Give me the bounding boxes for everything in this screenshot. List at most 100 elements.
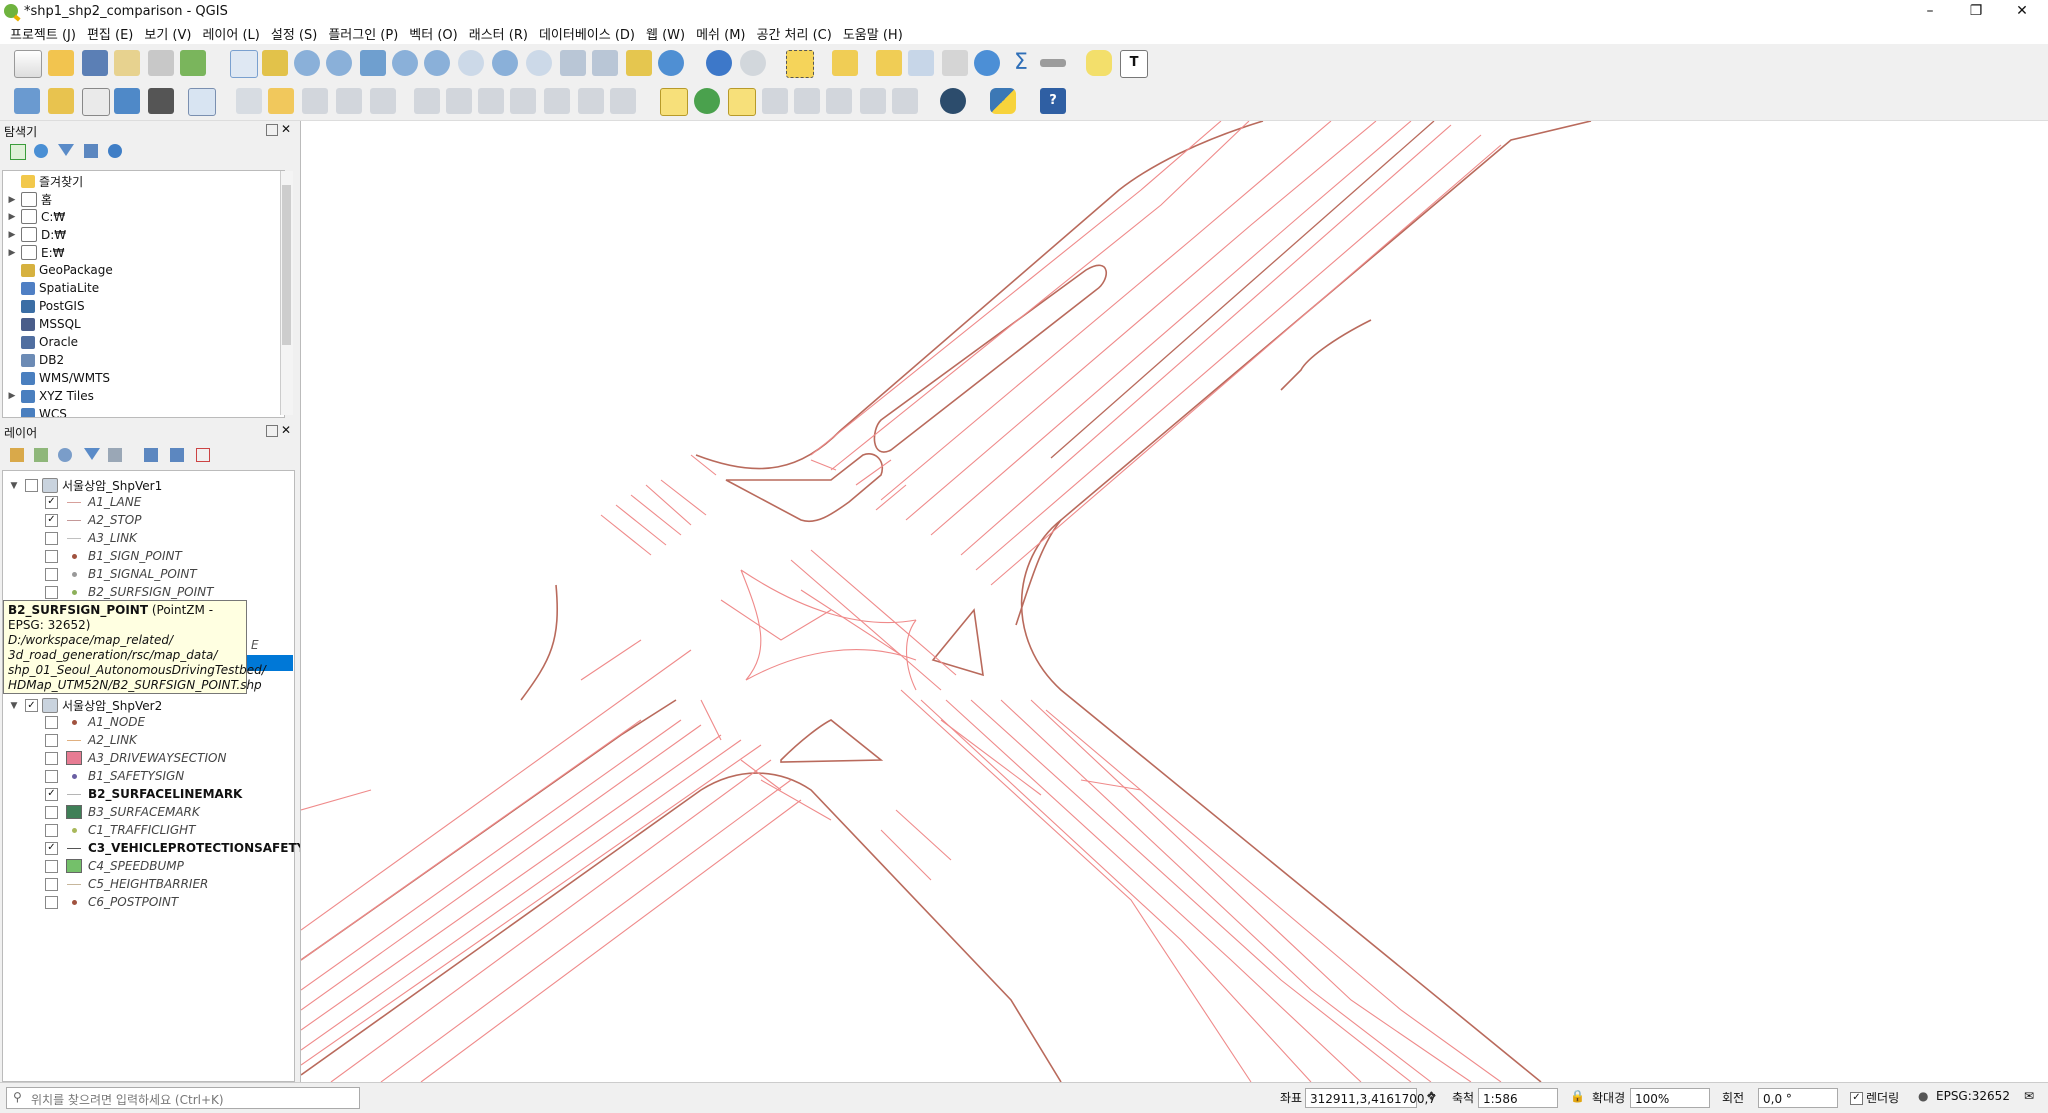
expand-arrow-icon[interactable]: ▶: [7, 212, 17, 222]
field-calculator-icon[interactable]: Σ: [1008, 50, 1034, 76]
new-3d-view-icon[interactable]: [592, 50, 618, 76]
move-label-icon[interactable]: [826, 88, 852, 114]
label-tool-icon[interactable]: [660, 88, 688, 116]
filter-legend-icon[interactable]: [84, 448, 100, 460]
menu-item[interactable]: 공간 처리 (C): [757, 24, 832, 43]
browser-item[interactable]: GeoPackage: [7, 263, 113, 277]
browser-item[interactable]: ▶ E:₩: [7, 245, 65, 260]
identify-features-icon[interactable]: [706, 50, 732, 76]
menu-item[interactable]: 메쉬 (M): [696, 24, 745, 43]
group-checkbox[interactable]: [25, 479, 38, 492]
layer-item[interactable]: ✓ C3_VEHICLEPROTECTIONSAFETY: [45, 841, 305, 855]
new-map-view-icon[interactable]: [560, 50, 586, 76]
layer-checkbox[interactable]: [45, 531, 58, 545]
expand-arrow-icon[interactable]: ▶: [7, 391, 17, 401]
highlight-pinned-labels-icon[interactable]: [728, 88, 756, 116]
menu-item[interactable]: 보기 (V): [144, 24, 191, 43]
layer-item[interactable]: B3_SURFACEMARK: [45, 805, 200, 819]
zoom-in-icon[interactable]: [294, 50, 320, 76]
browser-item[interactable]: ▶ D:₩: [7, 227, 66, 242]
menu-item[interactable]: 도움말 (H): [843, 24, 903, 43]
layer-checkbox[interactable]: [45, 823, 58, 837]
layer-checkbox[interactable]: [45, 733, 58, 747]
collapse-arrow-icon[interactable]: ▼: [9, 701, 19, 711]
rotation-spinbox[interactable]: 0,0 °: [1758, 1088, 1838, 1108]
close-button[interactable]: ✕: [2000, 0, 2044, 22]
menu-item[interactable]: 편집 (E): [87, 24, 133, 43]
browser-scrollbar[interactable]: [280, 171, 293, 415]
lock-scale-icon[interactable]: 🔒: [1570, 1089, 1585, 1103]
new-print-layout-icon[interactable]: [114, 50, 140, 76]
layer-item[interactable]: C4_SPEEDBUMP: [45, 859, 184, 873]
menu-item[interactable]: 레이어 (L): [202, 24, 259, 43]
layer-checkbox[interactable]: [45, 805, 58, 819]
close-layers-panel-icon[interactable]: ✕: [281, 423, 291, 437]
add-feature-icon[interactable]: [336, 88, 362, 114]
remove-layer-icon[interactable]: [196, 448, 210, 462]
browser-item[interactable]: MSSQL: [7, 317, 81, 331]
menu-item[interactable]: 벡터 (O): [409, 24, 457, 43]
browser-item[interactable]: SpatiaLite: [7, 281, 99, 295]
browser-item[interactable]: ▶ XYZ Tiles: [7, 389, 94, 403]
manage-map-themes-icon[interactable]: [58, 448, 72, 462]
zoom-last-icon[interactable]: [492, 50, 518, 76]
messages-icon[interactable]: ✉: [2024, 1089, 2034, 1103]
layer-checkbox[interactable]: ✓: [45, 495, 58, 509]
change-label-icon[interactable]: [892, 88, 918, 114]
zoom-to-layer-icon[interactable]: [424, 50, 450, 76]
pan-to-selection-icon[interactable]: [262, 50, 288, 76]
float-panel-icon[interactable]: [266, 124, 278, 136]
menu-item[interactable]: 래스터 (R): [469, 24, 528, 43]
toggle-extents-icon[interactable]: ❖: [1426, 1089, 1437, 1103]
undo-icon[interactable]: [578, 88, 604, 114]
select-features-icon[interactable]: [786, 50, 814, 78]
render-checkbox[interactable]: ✓: [1850, 1092, 1863, 1105]
toggle-editing-icon[interactable]: [268, 88, 294, 114]
layer-item[interactable]: B1_SAFETYSIGN: [45, 769, 184, 783]
zoom-full-icon[interactable]: [360, 50, 386, 76]
delete-selected-icon[interactable]: [446, 88, 472, 114]
add-vector-layer-icon[interactable]: [82, 88, 110, 116]
layer-checkbox[interactable]: [45, 585, 58, 599]
expand-arrow-icon[interactable]: ▶: [7, 195, 17, 205]
open-project-icon[interactable]: [48, 50, 74, 76]
layer-checkbox[interactable]: ✓: [45, 841, 58, 855]
magnifier-spinbox[interactable]: 100%: [1630, 1088, 1710, 1108]
redo-icon[interactable]: [610, 88, 636, 114]
layer-checkbox[interactable]: [45, 895, 58, 909]
refresh-icon[interactable]: [658, 50, 684, 76]
new-layer-icon[interactable]: [48, 88, 74, 114]
zoom-to-selection-icon[interactable]: [392, 50, 418, 76]
diagram-tool-icon[interactable]: [694, 88, 720, 114]
select-by-value-icon[interactable]: [832, 50, 858, 76]
expand-arrow-icon[interactable]: ▶: [7, 248, 17, 258]
add-group-icon[interactable]: [34, 448, 48, 462]
rotate-label-icon[interactable]: [860, 88, 886, 114]
new-project-icon[interactable]: [14, 50, 42, 78]
expand-arrow-icon[interactable]: ▶: [7, 230, 17, 240]
layer-checkbox[interactable]: [45, 567, 58, 581]
text-annotation-icon[interactable]: T: [1120, 50, 1148, 78]
minimize-button[interactable]: –: [1908, 0, 1952, 22]
layer-item[interactable]: ✓ B2_SURFACELINEMARK: [45, 787, 242, 801]
attribute-table-icon[interactable]: [908, 50, 934, 76]
coordinate-field[interactable]: 312911,3,4161700,7: [1305, 1088, 1436, 1108]
cut-features-icon[interactable]: [478, 88, 504, 114]
menu-item[interactable]: 프로젝트 (J): [10, 24, 76, 43]
menu-item[interactable]: 설정 (S): [271, 24, 317, 43]
restore-button[interactable]: ❐: [1954, 0, 1998, 22]
layer-checkbox[interactable]: ✓: [45, 513, 58, 527]
zoom-out-icon[interactable]: [326, 50, 352, 76]
add-spatialite-layer-icon[interactable]: [114, 88, 140, 114]
layout-manager-icon[interactable]: [148, 50, 174, 76]
browser-item[interactable]: DB2: [7, 353, 64, 367]
help-icon[interactable]: ?: [1040, 88, 1066, 114]
menu-item[interactable]: 데이터베이스 (D): [539, 24, 635, 43]
browser-item[interactable]: ▶ 홈: [7, 191, 52, 208]
browser-item[interactable]: 즐겨찾기: [7, 173, 83, 190]
browser-item[interactable]: ▶ C:₩: [7, 209, 65, 224]
filter-browser-icon[interactable]: [58, 144, 74, 156]
layer-item[interactable]: C1_TRAFFICLIGHT: [45, 823, 196, 837]
deselect-all-icon[interactable]: [876, 50, 902, 76]
collapse-all-layers-icon[interactable]: [170, 448, 184, 462]
